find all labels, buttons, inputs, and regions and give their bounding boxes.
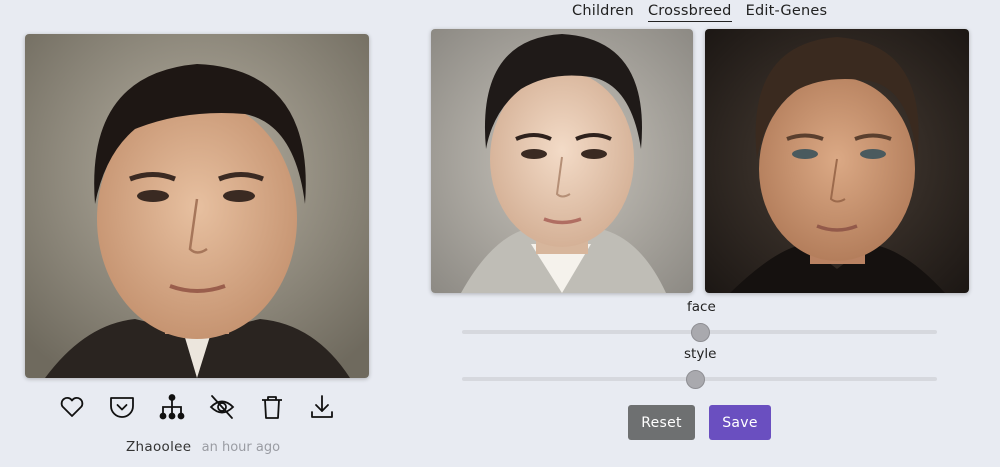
like-button[interactable] (56, 392, 88, 422)
created-time: an hour ago (201, 440, 281, 455)
delete-button[interactable] (256, 392, 288, 422)
generated-face-image (25, 34, 369, 378)
style-slider-thumb[interactable] (686, 369, 706, 389)
eye-off-icon (209, 395, 235, 419)
download-icon (311, 395, 333, 418)
hide-button[interactable] (206, 392, 238, 422)
face-slider[interactable] (462, 322, 937, 342)
image-actions-toolbar (56, 392, 338, 422)
image-meta: Zhaoolee an hour ago (126, 439, 280, 455)
save-to-pocket-button[interactable] (106, 392, 138, 422)
tab-edit-genes[interactable]: Edit-Genes (746, 3, 828, 22)
reset-button[interactable]: Reset (628, 405, 695, 440)
tab-crossbreed[interactable]: Crossbreed (647, 3, 732, 22)
style-slider-label: style (684, 346, 717, 362)
download-button[interactable] (306, 392, 338, 422)
parent-face-image-b[interactable] (705, 29, 969, 293)
face-slider-label: face (687, 299, 716, 315)
save-button[interactable]: Save (709, 405, 771, 440)
tab-children[interactable]: Children (572, 3, 634, 22)
author-name[interactable]: Zhaoolee (126, 439, 191, 455)
lineage-button[interactable] (156, 392, 188, 422)
heart-icon (60, 396, 84, 417)
crossbreed-tabs: Children Crossbreed Edit-Genes (572, 3, 827, 22)
pocket-icon (110, 397, 134, 418)
trash-icon (262, 396, 282, 419)
style-slider[interactable] (462, 369, 937, 389)
family-tree-icon (159, 394, 185, 420)
parent-face-image-a[interactable] (431, 29, 693, 293)
face-slider-thumb[interactable] (691, 322, 710, 342)
